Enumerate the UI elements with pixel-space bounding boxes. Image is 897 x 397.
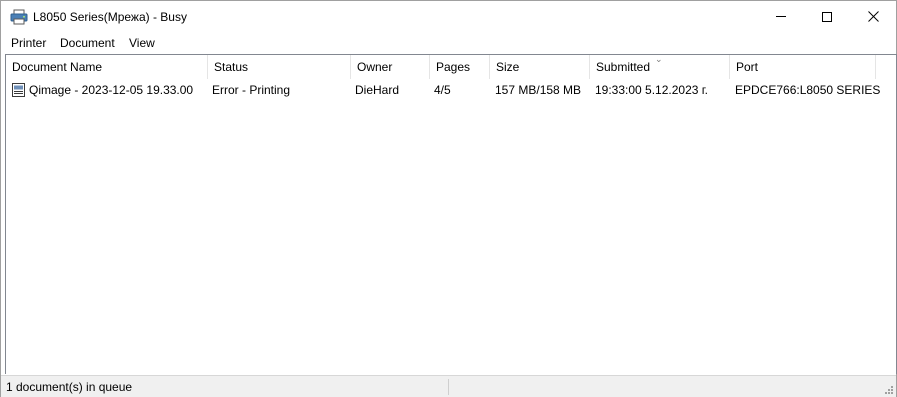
title-bar[interactable]: L8050 Series(Мрежа) - Busy bbox=[1, 1, 896, 32]
cell-owner: DieHard bbox=[355, 83, 400, 97]
close-button[interactable] bbox=[850, 1, 896, 32]
queue-count-text: 1 document(s) in queue bbox=[6, 380, 133, 394]
menu-document[interactable]: Document bbox=[60, 35, 115, 51]
column-header-port[interactable]: Port bbox=[730, 55, 876, 79]
resize-grip-icon[interactable] bbox=[884, 385, 894, 395]
close-icon bbox=[867, 11, 879, 22]
sort-chevron-down-icon: ⌄ bbox=[655, 54, 663, 64]
cell-size: 157 MB/158 MB bbox=[495, 83, 582, 97]
status-bar: 1 document(s) in queue bbox=[1, 375, 896, 397]
maximize-icon bbox=[822, 11, 832, 22]
minimize-button[interactable] bbox=[758, 1, 804, 32]
print-job-list[interactable]: Document Name Status Owner Pages Size Su… bbox=[5, 54, 897, 374]
printer-icon bbox=[10, 9, 28, 25]
cell-port: EPDCE766:L8050 SERIES bbox=[735, 83, 881, 97]
column-header-pages[interactable]: Pages bbox=[430, 55, 490, 79]
column-header-status[interactable]: Status bbox=[208, 55, 351, 79]
cell-document-name: Qimage - 2023-12-05 19.33.00 bbox=[29, 83, 194, 97]
print-queue-window: L8050 Series(Мрежа) - Busy Printer Docum… bbox=[0, 0, 897, 397]
column-header-row: Document Name Status Owner Pages Size Su… bbox=[6, 54, 896, 79]
minimize-icon bbox=[776, 16, 786, 17]
cell-status: Error - Printing bbox=[212, 83, 291, 97]
menu-printer[interactable]: Printer bbox=[11, 35, 46, 51]
column-header-document-name[interactable]: Document Name bbox=[6, 55, 208, 79]
cell-pages: 4/5 bbox=[434, 83, 451, 97]
table-row[interactable]: Qimage - 2023-12-05 19.33.00 Error - Pri… bbox=[6, 80, 896, 100]
column-header-owner[interactable]: Owner bbox=[351, 55, 430, 79]
menu-view[interactable]: View bbox=[129, 35, 155, 51]
maximize-button[interactable] bbox=[804, 1, 850, 32]
cell-submitted: 19:33:00 5.12.2023 г. bbox=[595, 83, 709, 97]
menu-bar: Printer Document View bbox=[1, 33, 896, 53]
status-divider bbox=[448, 379, 449, 395]
window-title: L8050 Series(Мрежа) - Busy bbox=[33, 10, 187, 24]
column-header-size[interactable]: Size bbox=[490, 55, 590, 79]
